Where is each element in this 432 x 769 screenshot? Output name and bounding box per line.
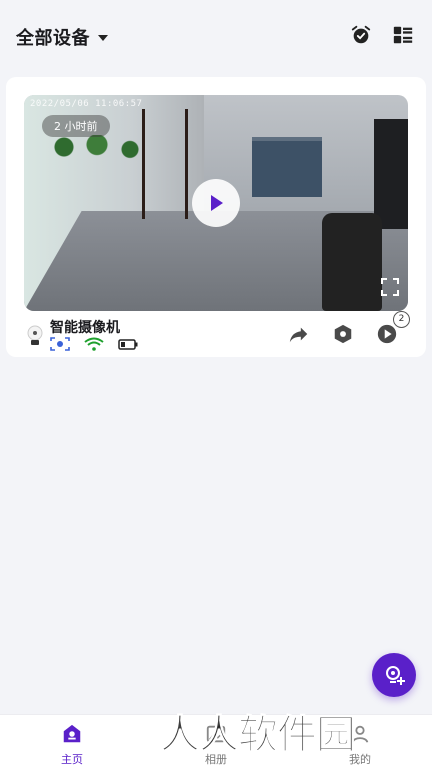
camera-bulb-icon (27, 325, 43, 345)
video-timestamp: 2022/05/06 11:06:57 (30, 99, 143, 109)
face-scan-icon (50, 337, 70, 351)
device-filter-label: 全部设备 (16, 28, 90, 49)
camera-preview[interactable]: 2022/05/06 11:06:57 2 小时前 (24, 95, 408, 311)
device-filter-dropdown[interactable]: 全部设备 (16, 24, 108, 50)
profile-icon (351, 725, 369, 743)
add-camera-icon (386, 666, 405, 685)
nav-label-album: 相册 (205, 753, 227, 766)
nav-item-album[interactable]: 相册 (186, 723, 246, 767)
device-card: 2022/05/06 11:06:57 2 小时前 智能摄像机 2 (6, 77, 426, 357)
battery-icon (118, 339, 138, 350)
playback-button[interactable]: 2 (376, 311, 410, 345)
device-name: 智能摄像机 (50, 320, 120, 336)
device-info-row: 智能摄像机 2 (24, 311, 410, 353)
add-device-button[interactable] (372, 653, 416, 697)
fullscreen-icon[interactable] (380, 277, 400, 297)
wifi-icon (84, 337, 104, 351)
settings-hex-icon[interactable] (332, 323, 354, 345)
clip-count-badge: 2 (393, 311, 410, 328)
play-icon (211, 195, 223, 211)
nav-label-home: 主页 (61, 753, 83, 766)
caret-down-icon (98, 35, 108, 41)
top-bar: 全部设备 (0, 0, 432, 72)
playback-icon (377, 324, 397, 344)
nav-item-mine[interactable]: 我的 (330, 723, 390, 767)
alarm-clock-icon[interactable] (350, 24, 372, 46)
nav-item-home[interactable]: 主页 (42, 723, 102, 767)
bottom-nav: 主页 相册 我的 (0, 714, 432, 769)
share-icon[interactable] (288, 323, 310, 345)
album-icon (206, 725, 226, 743)
last-seen-badge: 2 小时前 (42, 115, 110, 137)
nav-label-mine: 我的 (349, 753, 371, 766)
play-button[interactable] (192, 179, 240, 227)
home-camera-icon (63, 724, 81, 743)
grid-list-icon[interactable] (392, 24, 414, 46)
